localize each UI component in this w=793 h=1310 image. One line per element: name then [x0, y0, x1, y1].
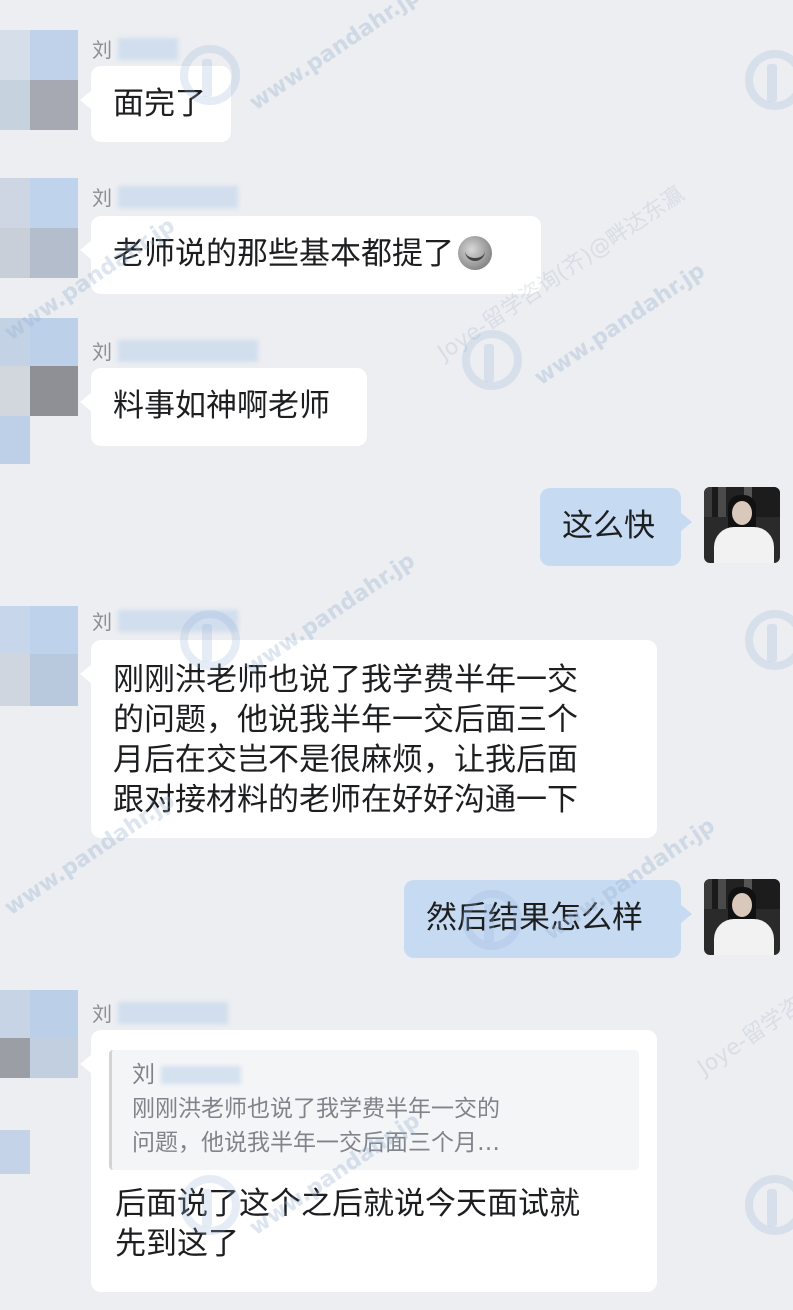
sender-name-label: 刘 [92, 606, 238, 635]
contact-avatar[interactable] [0, 30, 80, 130]
sender-name-prefix: 刘 [92, 1002, 112, 1026]
grimace-emoji-icon [458, 236, 492, 270]
message-text: 料事如神啊老师 [113, 388, 330, 424]
sender-name-prefix: 刘 [92, 340, 112, 364]
sender-name-prefix: 刘 [92, 610, 112, 634]
watermark-logo [745, 610, 793, 670]
redacted-name [118, 339, 258, 362]
user-avatar[interactable] [704, 487, 780, 563]
message-bubble-incoming[interactable]: 刚刚洪老师也说了我学费半年一交 的问题，他说我半年一交后面三个 月后在交岂不是很… [80, 640, 657, 838]
sender-name-prefix: 刘 [92, 38, 112, 62]
quoted-message[interactable]: 刘 刚刚洪老师也说了我学费半年一交的 问题，他说我半年一交后面三个月… [109, 1050, 639, 1170]
message-bubble-incoming[interactable]: 料事如神啊老师 [80, 368, 367, 446]
contact-avatar[interactable] [0, 990, 80, 1180]
sender-name-label: 刘 [92, 34, 178, 63]
redacted-name [118, 609, 238, 632]
message-line: 跟对接材料的老师在好好沟通一下 [113, 782, 578, 818]
sender-name-label: 刘 [92, 998, 228, 1027]
message-bubble-incoming[interactable]: 刘 刚刚洪老师也说了我学费半年一交的 问题，他说我半年一交后面三个月… 后面说了… [80, 1030, 657, 1292]
sender-name-prefix: 刘 [92, 186, 112, 210]
watermark-logo [745, 50, 793, 110]
message-text: 然后结果怎么样 [426, 900, 643, 936]
message-text: 老师说的那些基本都提了 [113, 236, 454, 272]
sender-name-label: 刘 [92, 182, 238, 211]
message-bubble-incoming[interactable]: 面完了 [80, 66, 231, 142]
message-bubble-outgoing[interactable]: 然后结果怎么样 [404, 880, 692, 958]
redacted-name [118, 185, 238, 208]
watermark-site: www.pandahr.jp [530, 258, 710, 391]
quoted-sender: 刘 [132, 1058, 619, 1092]
user-avatar[interactable] [704, 879, 780, 955]
message-line: 月后在交岂不是很麻烦，让我后面 [113, 742, 578, 778]
chat-view[interactable]: 刘 面完了 刘 老师说的那些基本都提了 刘 料事如神啊老师 这么快 刘 刚刚洪老… [0, 0, 793, 1310]
contact-avatar[interactable] [0, 178, 80, 278]
sender-name-label: 刘 [92, 336, 258, 365]
redacted-name [161, 1066, 241, 1084]
message-text: 面完了 [113, 86, 206, 122]
message-line: 先到这了 [115, 1226, 239, 1262]
watermark-site: www.pandahr.jp [245, 0, 425, 116]
message-line: 后面说了这个之后就说今天面试就 [115, 1186, 580, 1222]
quoted-sender-prefix: 刘 [132, 1062, 155, 1088]
quoted-line: 问题，他说我半年一交后面三个月… [132, 1130, 500, 1156]
contact-avatar[interactable] [0, 318, 80, 464]
message-line: 刚刚洪老师也说了我学费半年一交 [113, 662, 578, 698]
watermark-logo [462, 330, 522, 390]
message-line: 的问题，他说我半年一交后面三个 [113, 702, 578, 738]
message-bubble-incoming[interactable]: 老师说的那些基本都提了 [80, 216, 541, 294]
contact-avatar[interactable] [0, 606, 80, 706]
watermark-logo [745, 1175, 793, 1235]
message-text: 这么快 [562, 508, 655, 544]
message-bubble-outgoing[interactable]: 这么快 [540, 488, 692, 566]
redacted-name [118, 1001, 228, 1024]
redacted-name [118, 37, 178, 60]
quoted-line: 刚刚洪老师也说了我学费半年一交的 [132, 1096, 500, 1122]
